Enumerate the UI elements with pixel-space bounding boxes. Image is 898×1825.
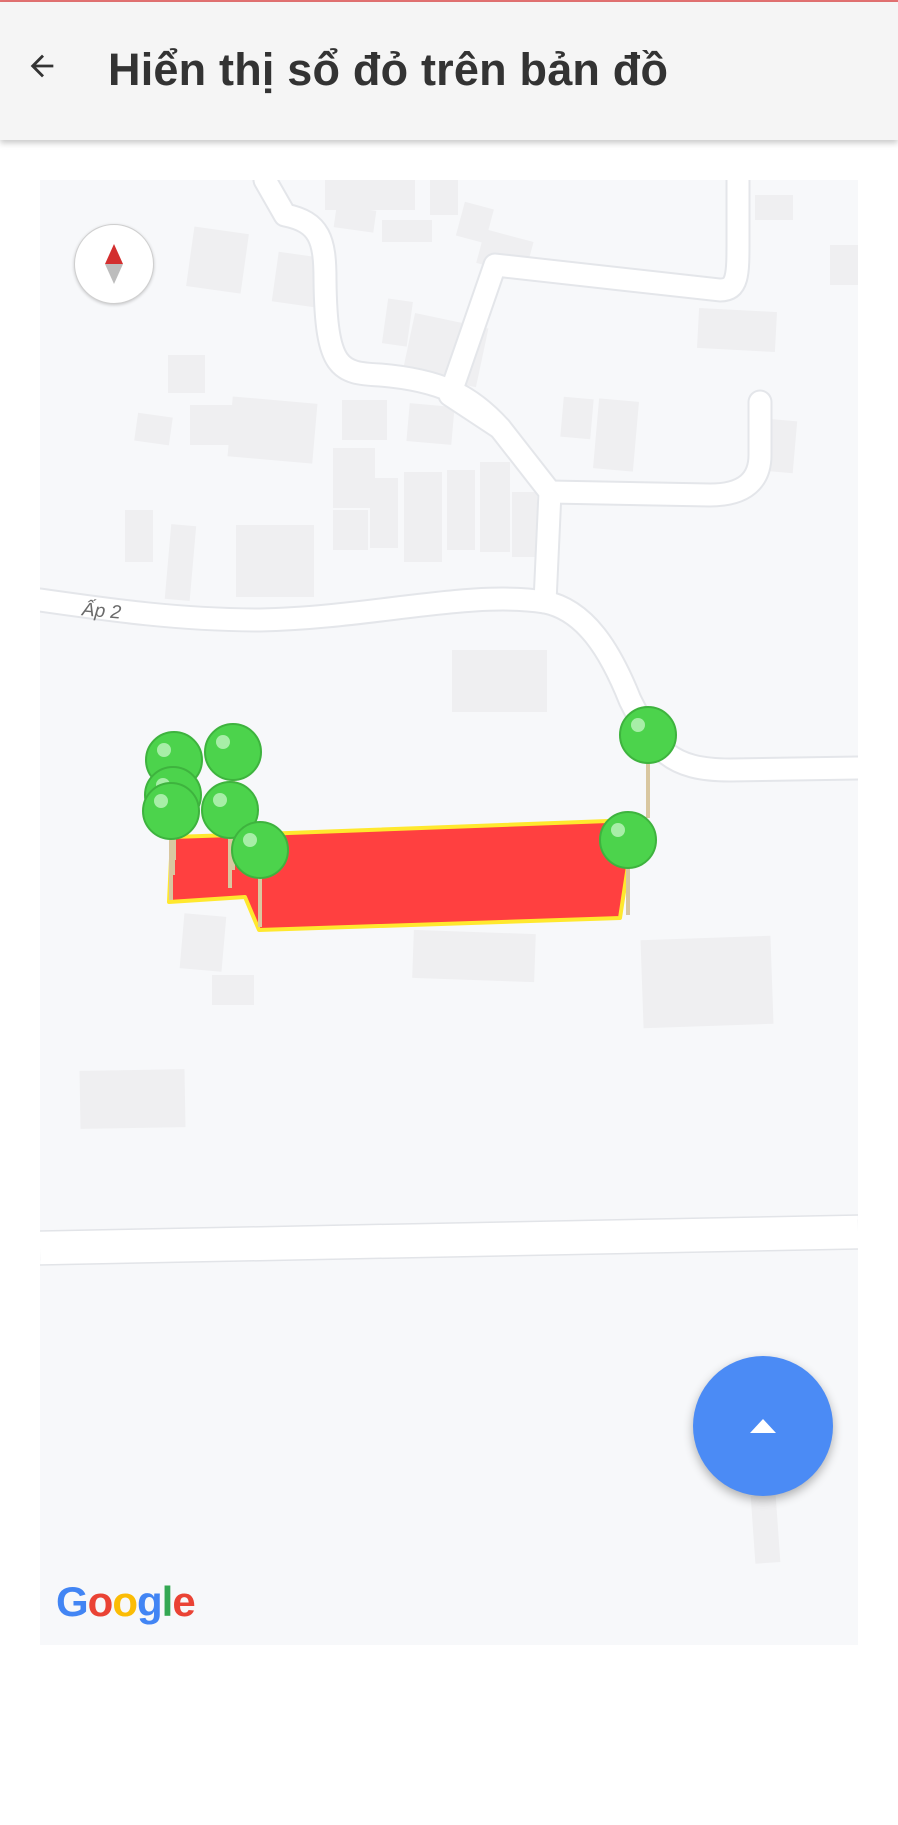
chevron-up-icon [750, 1419, 776, 1433]
app-bar: Hiển thị sổ đỏ trên bản đồ [0, 2, 898, 140]
logo-letter: l [161, 1578, 174, 1625]
expand-up-button[interactable] [693, 1356, 833, 1496]
google-logo: Google [56, 1578, 196, 1626]
map-view[interactable]: Ấp 2 Google [40, 180, 858, 1645]
arrow-left-icon [30, 54, 54, 78]
road-label: Ấp 2 [81, 599, 122, 624]
compass-icon [105, 244, 123, 284]
logo-letter: G [56, 1578, 89, 1625]
back-button[interactable] [18, 42, 66, 90]
logo-letter: o [87, 1578, 114, 1625]
logo-letter: g [136, 1578, 163, 1625]
logo-letter: o [112, 1578, 138, 1625]
page-title: Hiển thị sổ đỏ trên bản đồ [108, 44, 669, 95]
compass-button[interactable] [74, 224, 154, 304]
logo-letter: e [172, 1578, 195, 1625]
